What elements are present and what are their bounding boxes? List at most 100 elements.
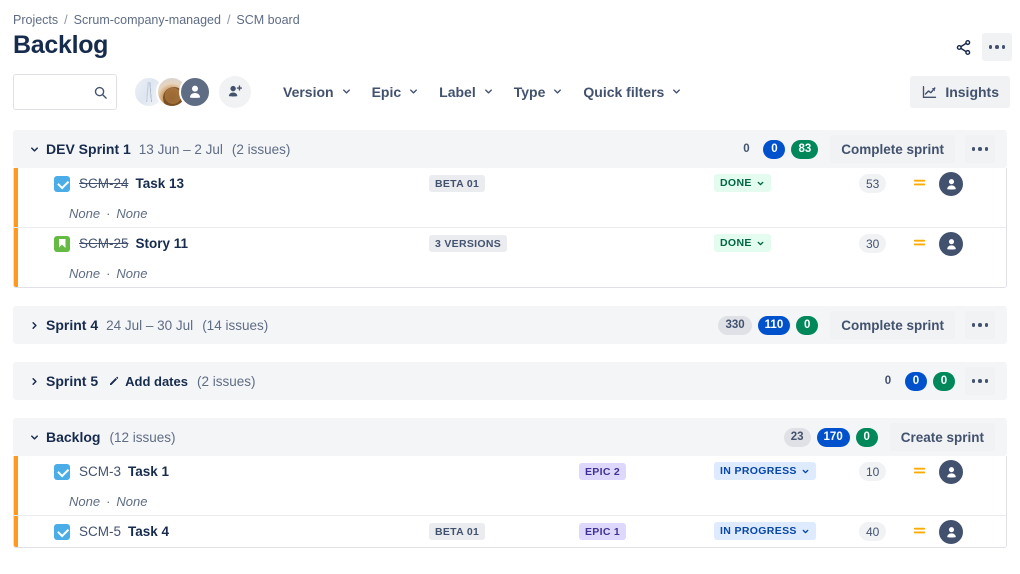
sprint-name: Sprint 4 bbox=[46, 317, 99, 333]
chevron-right-icon[interactable] bbox=[27, 376, 41, 387]
breadcrumb-separator: / bbox=[64, 13, 68, 27]
chevron-down-icon bbox=[483, 84, 494, 100]
issue-key[interactable]: SCM-25 bbox=[79, 236, 129, 251]
version-chip[interactable]: BETA 01 bbox=[429, 523, 486, 540]
complete-sprint-button[interactable]: Complete sprint bbox=[830, 135, 955, 163]
status-badge[interactable]: IN PROGRESS bbox=[714, 462, 816, 480]
sprint-header[interactable]: DEV Sprint 1 13 Jun – 2 Jul (2 issues) 0… bbox=[13, 130, 1007, 168]
priority-medium-icon[interactable] bbox=[912, 175, 927, 190]
table-row[interactable]: SCM-24 Task 13 BETA 01 DONE 53 None · No… bbox=[14, 168, 1006, 228]
status-badge[interactable]: DONE bbox=[714, 174, 771, 192]
status-label: IN PROGRESS bbox=[720, 465, 797, 477]
person-icon bbox=[946, 526, 956, 538]
assignee-avatar[interactable] bbox=[939, 232, 963, 256]
page-title: Backlog bbox=[13, 31, 109, 59]
breadcrumb-separator: / bbox=[226, 13, 231, 27]
add-person-icon bbox=[228, 85, 243, 97]
issue-key[interactable]: SCM-5 bbox=[79, 524, 121, 539]
version-chip[interactable]: 3 VERSIONS bbox=[429, 235, 508, 252]
breadcrumb-item-board[interactable]: SCM board bbox=[236, 13, 299, 27]
sprint-more-button[interactable] bbox=[965, 367, 995, 395]
separator-dot: · bbox=[106, 205, 111, 221]
chevron-down-icon bbox=[671, 84, 682, 100]
assignee-avatar[interactable] bbox=[939, 520, 963, 544]
story-points: 10 bbox=[859, 462, 887, 481]
issue-epic-placeholder: None bbox=[69, 493, 101, 509]
add-person-button[interactable] bbox=[219, 76, 251, 108]
search-field[interactable] bbox=[13, 74, 117, 110]
priority-medium-icon[interactable] bbox=[912, 235, 927, 250]
filter-type[interactable]: Type bbox=[504, 78, 574, 106]
priority-medium-icon[interactable] bbox=[912, 523, 927, 538]
insights-button[interactable]: Insights bbox=[910, 76, 1010, 108]
share-icon bbox=[956, 39, 970, 55]
filter-label[interactable]: Label bbox=[429, 78, 504, 106]
backlog-page: Projects / Scrum-company-managed / SCM b… bbox=[0, 0, 1020, 574]
chevron-down-icon bbox=[757, 181, 764, 185]
sprint-header[interactable]: Sprint 4 24 Jul – 30 Jul (14 issues) 330… bbox=[13, 306, 1007, 344]
sprint-name: Sprint 5 bbox=[46, 373, 99, 389]
issue-sprint-placeholder: None bbox=[116, 205, 148, 221]
sprint-more-button[interactable] bbox=[965, 135, 995, 163]
table-row[interactable]: SCM-25 Story 11 3 VERSIONS DONE 30 None … bbox=[14, 228, 1006, 287]
badge-todo: 0 bbox=[743, 143, 750, 155]
add-dates-button[interactable]: Add dates bbox=[108, 374, 188, 389]
share-button[interactable] bbox=[948, 33, 978, 61]
issue-summary[interactable]: Task 13 bbox=[136, 176, 185, 191]
sprint-more-button[interactable] bbox=[965, 311, 995, 339]
issue-summary[interactable]: Task 1 bbox=[128, 464, 169, 479]
backlog-toolbar: Version Epic Label Type Quick filters In… bbox=[13, 74, 1010, 110]
section-sprint-4: Sprint 4 24 Jul – 30 Jul (14 issues) 330… bbox=[13, 306, 1007, 344]
breadcrumb: Projects / Scrum-company-managed / SCM b… bbox=[13, 13, 300, 27]
table-row[interactable]: SCM-5 Task 4 BETA 01 EPIC 1 IN PROGRESS … bbox=[14, 516, 1006, 547]
issue-list: SCM-3 Task 1 EPIC 2 IN PROGRESS 10 None … bbox=[13, 456, 1007, 548]
issue-summary[interactable]: Story 11 bbox=[136, 236, 189, 251]
status-label: IN PROGRESS bbox=[720, 525, 797, 537]
table-row[interactable]: SCM-3 Task 1 EPIC 2 IN PROGRESS 10 None … bbox=[14, 456, 1006, 516]
backlog-issue-count: (12 issues) bbox=[109, 429, 176, 445]
epic-chip[interactable]: EPIC 1 bbox=[579, 523, 627, 540]
status-badge[interactable]: IN PROGRESS bbox=[714, 522, 816, 540]
version-chip[interactable]: BETA 01 bbox=[429, 175, 486, 192]
assignee-avatar[interactable] bbox=[939, 172, 963, 196]
issue-summary[interactable]: Task 4 bbox=[128, 524, 169, 539]
badge-done: 0 bbox=[855, 427, 878, 447]
breadcrumb-item-project[interactable]: Scrum-company-managed bbox=[74, 13, 221, 27]
assignee-avatar[interactable] bbox=[939, 460, 963, 484]
priority-medium-icon[interactable] bbox=[912, 463, 927, 478]
backlog-sections: DEV Sprint 1 13 Jun – 2 Jul (2 issues) 0… bbox=[13, 130, 1007, 548]
story-points: 30 bbox=[859, 234, 887, 253]
search-input[interactable] bbox=[22, 84, 93, 100]
create-sprint-button[interactable]: Create sprint bbox=[889, 423, 995, 451]
epic-chip[interactable]: EPIC 2 bbox=[579, 463, 627, 480]
sprint-issue-count: (14 issues) bbox=[202, 317, 269, 333]
story-points: 53 bbox=[859, 174, 887, 193]
filter-epic[interactable]: Epic bbox=[362, 78, 430, 106]
page-actions bbox=[948, 33, 1012, 61]
chevron-down-icon[interactable] bbox=[27, 432, 41, 443]
chevron-down-icon[interactable] bbox=[27, 144, 41, 155]
chevron-right-icon[interactable] bbox=[27, 320, 41, 331]
backlog-header[interactable]: Backlog (12 issues) 23 170 0 Create spri… bbox=[13, 418, 1007, 456]
complete-sprint-button[interactable]: Complete sprint bbox=[830, 311, 955, 339]
badge-todo: 330 bbox=[718, 315, 752, 335]
filter-quick-filters[interactable]: Quick filters bbox=[573, 78, 692, 106]
sprint-name: DEV Sprint 1 bbox=[46, 141, 131, 157]
breadcrumb-item-projects[interactable]: Projects bbox=[13, 13, 58, 27]
badge-done: 83 bbox=[791, 139, 819, 159]
avatar[interactable] bbox=[179, 76, 211, 108]
issue-key[interactable]: SCM-24 bbox=[79, 176, 129, 191]
avatar-group[interactable] bbox=[133, 76, 251, 108]
add-dates-label: Add dates bbox=[125, 373, 188, 389]
filter-version[interactable]: Version bbox=[273, 78, 362, 106]
badge-inprogress: 110 bbox=[757, 315, 791, 335]
sprint-issue-count: (2 issues) bbox=[231, 141, 291, 157]
sprint-header[interactable]: Sprint 5 Add dates (2 issues) 0 0 0 bbox=[13, 362, 1007, 400]
badge-done: 0 bbox=[796, 315, 819, 335]
status-badge[interactable]: DONE bbox=[714, 234, 771, 252]
more-options-button[interactable] bbox=[982, 33, 1012, 61]
person-icon bbox=[190, 85, 200, 98]
issue-key[interactable]: SCM-3 bbox=[79, 464, 121, 479]
backlog-name: Backlog bbox=[46, 429, 101, 445]
